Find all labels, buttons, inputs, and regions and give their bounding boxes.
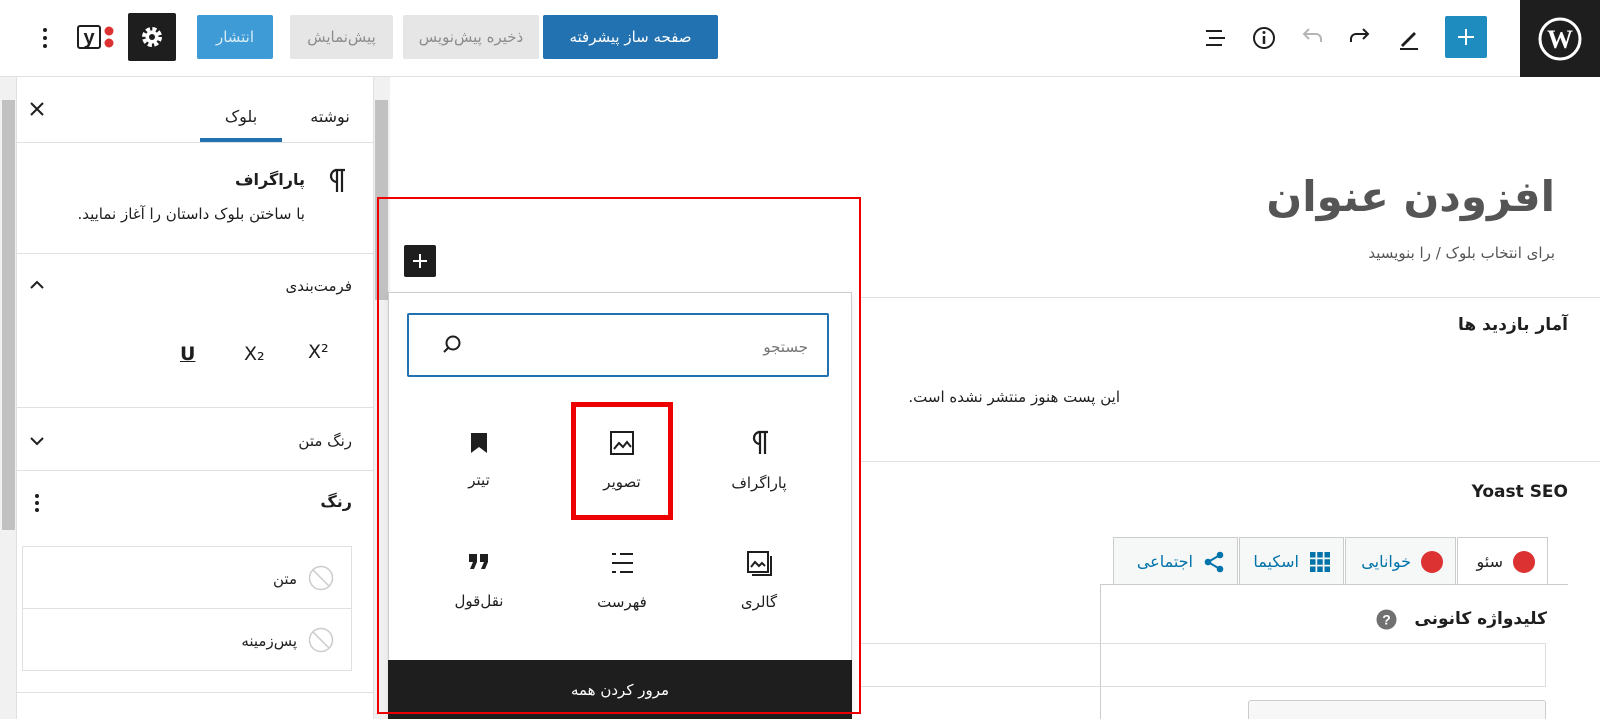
chevron-down-icon — [30, 437, 44, 446]
yoast-icon: y — [77, 25, 114, 49]
divider — [17, 142, 373, 143]
details-button[interactable] — [1246, 20, 1282, 56]
pencil-icon — [1400, 32, 1418, 50]
background-color-option[interactable] — [22, 609, 352, 669]
undo-icon — [1302, 28, 1322, 42]
more-vertical-icon — [43, 28, 47, 48]
svg-text:?: ? — [1382, 612, 1391, 628]
no-color-swatch-icon — [308, 565, 334, 591]
close-sidebar-button[interactable] — [26, 98, 48, 120]
preview-button[interactable]: پیش‌نمایش — [290, 15, 393, 59]
focus-keyphrase-input[interactable] — [860, 643, 1546, 687]
wordpress-logo-button[interactable]: W — [1520, 0, 1600, 77]
yoast-tab-schema[interactable]: اسکیما — [1239, 537, 1344, 585]
text-color-label: متن — [273, 570, 297, 588]
advanced-page-builder-button[interactable]: صفحه ساز پیشرفته — [543, 15, 718, 59]
settings-button[interactable] — [128, 13, 176, 61]
text-color-panel-toggle[interactable] — [26, 430, 48, 452]
wordpress-icon: W — [1538, 17, 1582, 60]
color-panel-title: رنگ — [320, 492, 352, 511]
save-draft-button[interactable]: ذخیره پیش‌نویس — [403, 15, 539, 59]
yoast-tab-social[interactable]: اجتماعی — [1113, 537, 1238, 585]
tools-button[interactable] — [1391, 20, 1427, 56]
divider — [17, 253, 373, 254]
list-view-button[interactable] — [1198, 20, 1234, 56]
sidebar-scrollbar-thumb[interactable] — [2, 100, 15, 530]
block-appender-hint[interactable]: برای انتخاب بلوک / را بنویسید — [1368, 244, 1555, 262]
block-card-description: با ساختن بلوک داستان را آغاز نمایید. — [77, 205, 305, 223]
divider — [860, 297, 1600, 298]
divider — [17, 692, 373, 693]
yoast-tab-seo[interactable]: سئو — [1457, 537, 1548, 585]
text-color-option[interactable] — [22, 547, 352, 607]
formatting-panel-toggle[interactable] — [26, 274, 48, 296]
list-view-icon — [1206, 30, 1225, 46]
subscript-button[interactable]: X₂ — [244, 343, 265, 365]
yoast-tab-readability[interactable]: خوانایی — [1345, 537, 1456, 585]
yoast-seo-button[interactable]: y — [76, 22, 116, 52]
divider — [860, 461, 1600, 462]
tab-post[interactable]: نوشته — [292, 90, 368, 142]
background-color-label: پس‌زمینه — [241, 632, 297, 650]
divider — [17, 470, 373, 471]
tab-block[interactable]: بلوک — [200, 90, 282, 142]
inserter-annotation-frame — [377, 197, 861, 714]
redo-button[interactable] — [1342, 20, 1378, 56]
underline-button[interactable]: U — [180, 343, 195, 365]
close-icon — [30, 102, 44, 116]
stats-box-title: آمار بازدید ها — [1457, 315, 1568, 335]
svg-text:W: W — [1547, 25, 1573, 54]
stats-box-message: این پست هنوز منتشر نشده است. — [908, 388, 1120, 406]
paragraph-block-icon — [323, 166, 349, 196]
post-title-input[interactable]: افزودن عنوان — [1266, 172, 1555, 221]
yoast-box-title: Yoast SEO — [1471, 482, 1568, 502]
superscript-button[interactable]: X² — [308, 341, 329, 363]
plus-icon — [1458, 29, 1474, 45]
grid-icon — [1310, 551, 1330, 572]
block-inserter-toggle[interactable] — [1445, 16, 1487, 58]
redo-icon — [1350, 28, 1370, 42]
formatting-panel-title: فرمت‌بندی — [285, 277, 352, 295]
related-keyphrase-button[interactable] — [1248, 700, 1546, 719]
gear-icon — [142, 27, 162, 47]
svg-text:y: y — [83, 27, 95, 49]
focus-keyphrase-label: کلیدواژه کانونی — [1414, 609, 1547, 629]
no-color-swatch-icon — [308, 627, 334, 653]
options-menu-button[interactable] — [34, 24, 56, 52]
text-color-panel-title[interactable]: رنگ متن — [298, 432, 352, 450]
block-card-title: پاراگراف — [234, 170, 305, 189]
info-icon — [1253, 27, 1275, 49]
help-icon[interactable]: ? — [1376, 609, 1397, 630]
readability-score-icon — [1421, 550, 1443, 573]
share-icon — [1204, 551, 1224, 572]
seo-score-icon — [1513, 550, 1535, 573]
more-vertical-icon — [35, 494, 39, 512]
undo-button[interactable] — [1294, 20, 1330, 56]
divider — [17, 407, 373, 408]
color-options-button[interactable] — [26, 490, 48, 516]
chevron-up-icon — [30, 280, 44, 289]
publish-button[interactable]: انتشار — [197, 15, 273, 59]
